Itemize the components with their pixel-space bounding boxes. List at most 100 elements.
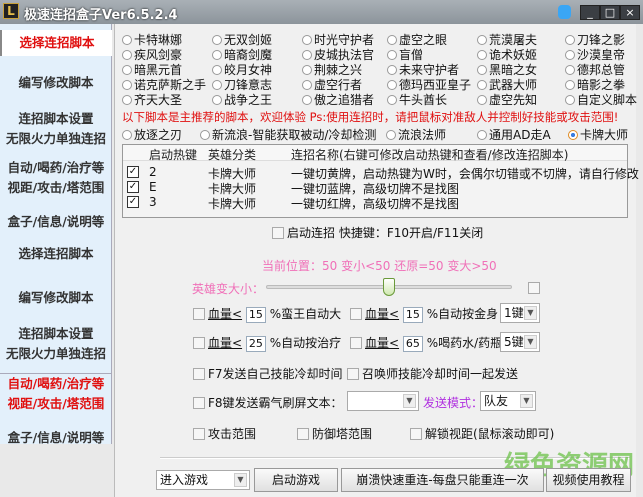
radio-icon[interactable] [387, 80, 397, 90]
sidebar-item-auto-potion[interactable]: 自动/喝药/治疗等 [0, 158, 112, 177]
start-game-button[interactable]: 启动游戏 [254, 468, 338, 492]
potion-key-select[interactable]: 5键 ▼ [500, 332, 540, 352]
recommended-radio[interactable]: 流浪法师 [386, 126, 446, 143]
sidebar-item-urf-combo[interactable]: 无限火力单独连招 [0, 129, 112, 148]
radio-icon[interactable] [302, 95, 312, 105]
recommended-radio-label: 卡牌大师 [580, 128, 629, 142]
skin-icon[interactable] [558, 5, 571, 19]
hero-radio-label: 皮城执法官 [314, 48, 375, 62]
radio-icon[interactable] [122, 65, 132, 75]
radio-icon[interactable] [122, 95, 132, 105]
sidebar-item-view-range-2[interactable]: 视距/攻击/塔范围 [0, 394, 112, 413]
zhonya-key-select[interactable]: 1键 ▼ [500, 303, 540, 323]
recommended-radio-label: 放逐之刃 [134, 128, 183, 142]
radio-icon[interactable] [212, 80, 222, 90]
radio-icon[interactable] [387, 50, 397, 60]
ult-auto-checkbox[interactable] [193, 308, 205, 320]
reconnect-button[interactable]: 崩溃快速重连-每盘只能重连一次 [341, 468, 544, 492]
zhonya-hp-input[interactable]: 15 [402, 306, 423, 323]
recommended-radio[interactable]: 放逐之刃 [122, 126, 182, 143]
attack-range-checkbox[interactable] [193, 428, 205, 440]
radio-icon[interactable] [477, 35, 487, 45]
start-combo-toggle[interactable]: 启动连招 快捷键：F10开启/F11关闭 [272, 224, 483, 241]
potion-hp-input[interactable]: 65 [402, 335, 423, 352]
tower-range-checkbox[interactable] [297, 428, 309, 440]
radio-icon[interactable] [122, 35, 132, 45]
table-row[interactable]: ✓ 2 卡牌大师 一键切黄牌，启动热键为W时，会偶尔切错或不切牌，请自行修改 [123, 165, 639, 181]
radio-icon[interactable] [212, 50, 222, 60]
heal-hp-input[interactable]: 25 [245, 335, 266, 352]
radio-icon[interactable] [477, 95, 487, 105]
hero-radio[interactable]: 齐天大圣 [122, 91, 182, 108]
radio-icon[interactable] [565, 35, 575, 45]
hero-radio[interactable]: 战争之王 [212, 91, 272, 108]
row-checkbox[interactable]: ✓ [127, 166, 139, 178]
sidebar-item-auto-potion-2[interactable]: 自动/喝药/治疗等 [0, 373, 112, 393]
radio-icon[interactable] [477, 80, 487, 90]
table-row[interactable]: ✓ E 卡牌大师 一键切蓝牌，高级切牌不是找图 [123, 180, 627, 196]
ult-hp-input[interactable]: 15 [245, 306, 266, 323]
heal-checkbox[interactable] [193, 337, 205, 349]
radio-icon[interactable] [387, 35, 397, 45]
sidebar-item-script-settings[interactable]: 连招脚本设置 [0, 109, 112, 128]
zhonya-checkbox[interactable] [350, 308, 362, 320]
radio-icon[interactable] [122, 130, 132, 140]
radio-icon[interactable] [212, 35, 222, 45]
sidebar-item-edit-script[interactable]: 编写修改脚本 [0, 73, 112, 92]
radio-icon[interactable] [386, 130, 396, 140]
recommended-radio[interactable]: 通用AD走A [477, 126, 551, 143]
unlock-view-checkbox[interactable] [410, 428, 422, 440]
start-combo-checkbox[interactable] [272, 227, 284, 239]
radio-icon[interactable] [565, 65, 575, 75]
hero-radio[interactable]: 傲之追猎者 [302, 91, 374, 108]
sidebar-item-box-info[interactable]: 盒子/信息/说明等 [0, 212, 112, 231]
f7-cooldown-checkbox[interactable] [193, 368, 205, 380]
hero-size-slider-thumb[interactable] [383, 278, 395, 296]
hp-label: 血量< [208, 307, 243, 321]
f8-spam-checkbox[interactable] [193, 397, 205, 409]
tutorial-button[interactable]: 视频使用教程 [546, 468, 631, 492]
sidebar-item-box-info-2[interactable]: 盒子/信息/说明等 [0, 428, 112, 444]
radio-icon[interactable] [122, 50, 132, 60]
close-button[interactable]: × [620, 5, 640, 20]
hero-radio[interactable]: 虚空先知 [477, 91, 537, 108]
sidebar-item-edit-script-2[interactable]: 编写修改脚本 [0, 288, 112, 307]
radio-icon[interactable] [302, 80, 312, 90]
recommended-radio[interactable]: 卡牌大师 [568, 126, 628, 143]
minimize-button[interactable]: _ [580, 5, 600, 20]
summoner-cooldown-checkbox[interactable] [347, 368, 359, 380]
radio-icon[interactable] [387, 95, 397, 105]
radio-icon[interactable] [200, 130, 210, 140]
radio-icon[interactable] [477, 65, 487, 75]
radio-icon[interactable] [477, 130, 487, 140]
enter-game-select[interactable]: 进入游戏 ▼ [156, 470, 250, 490]
radio-icon[interactable] [387, 65, 397, 75]
send-mode-select[interactable]: 队友 ▼ [480, 391, 536, 411]
sidebar-item-view-range[interactable]: 视距/攻击/塔范围 [0, 178, 112, 197]
sidebar-item-urf-combo-2[interactable]: 无限火力单独连招 [0, 344, 112, 363]
spam-text-select[interactable]: ▼ [347, 391, 419, 411]
hero-size-checkbox[interactable] [528, 282, 540, 294]
radio-icon[interactable] [302, 50, 312, 60]
radio-icon[interactable] [212, 65, 222, 75]
sidebar-item-select-script-2[interactable]: 选择连招脚本 [0, 244, 112, 263]
radio-icon[interactable] [568, 130, 578, 140]
sidebar-item-script-settings-2[interactable]: 连招脚本设置 [0, 324, 112, 343]
radio-icon[interactable] [212, 95, 222, 105]
radio-icon[interactable] [122, 80, 132, 90]
row-checkbox[interactable]: ✓ [127, 181, 139, 193]
potion-checkbox[interactable] [350, 337, 362, 349]
recommended-radio[interactable]: 新流浪-智能获取被动/冷却检测 [200, 126, 376, 143]
radio-icon[interactable] [565, 80, 575, 90]
radio-icon[interactable] [565, 95, 575, 105]
hero-radio[interactable]: 牛头酋长 [387, 91, 447, 108]
radio-icon[interactable] [302, 35, 312, 45]
radio-icon[interactable] [477, 50, 487, 60]
sidebar-item-select-script[interactable]: 选择连招脚本 [0, 30, 112, 56]
hero-radio[interactable]: 自定义脚本 [565, 91, 637, 108]
radio-icon[interactable] [302, 65, 312, 75]
table-row[interactable]: ✓ 3 卡牌大师 一键切红牌，高级切牌不是找图 [123, 195, 627, 211]
radio-icon[interactable] [565, 50, 575, 60]
maximize-button[interactable]: □ [600, 5, 620, 20]
row-checkbox[interactable]: ✓ [127, 196, 139, 208]
